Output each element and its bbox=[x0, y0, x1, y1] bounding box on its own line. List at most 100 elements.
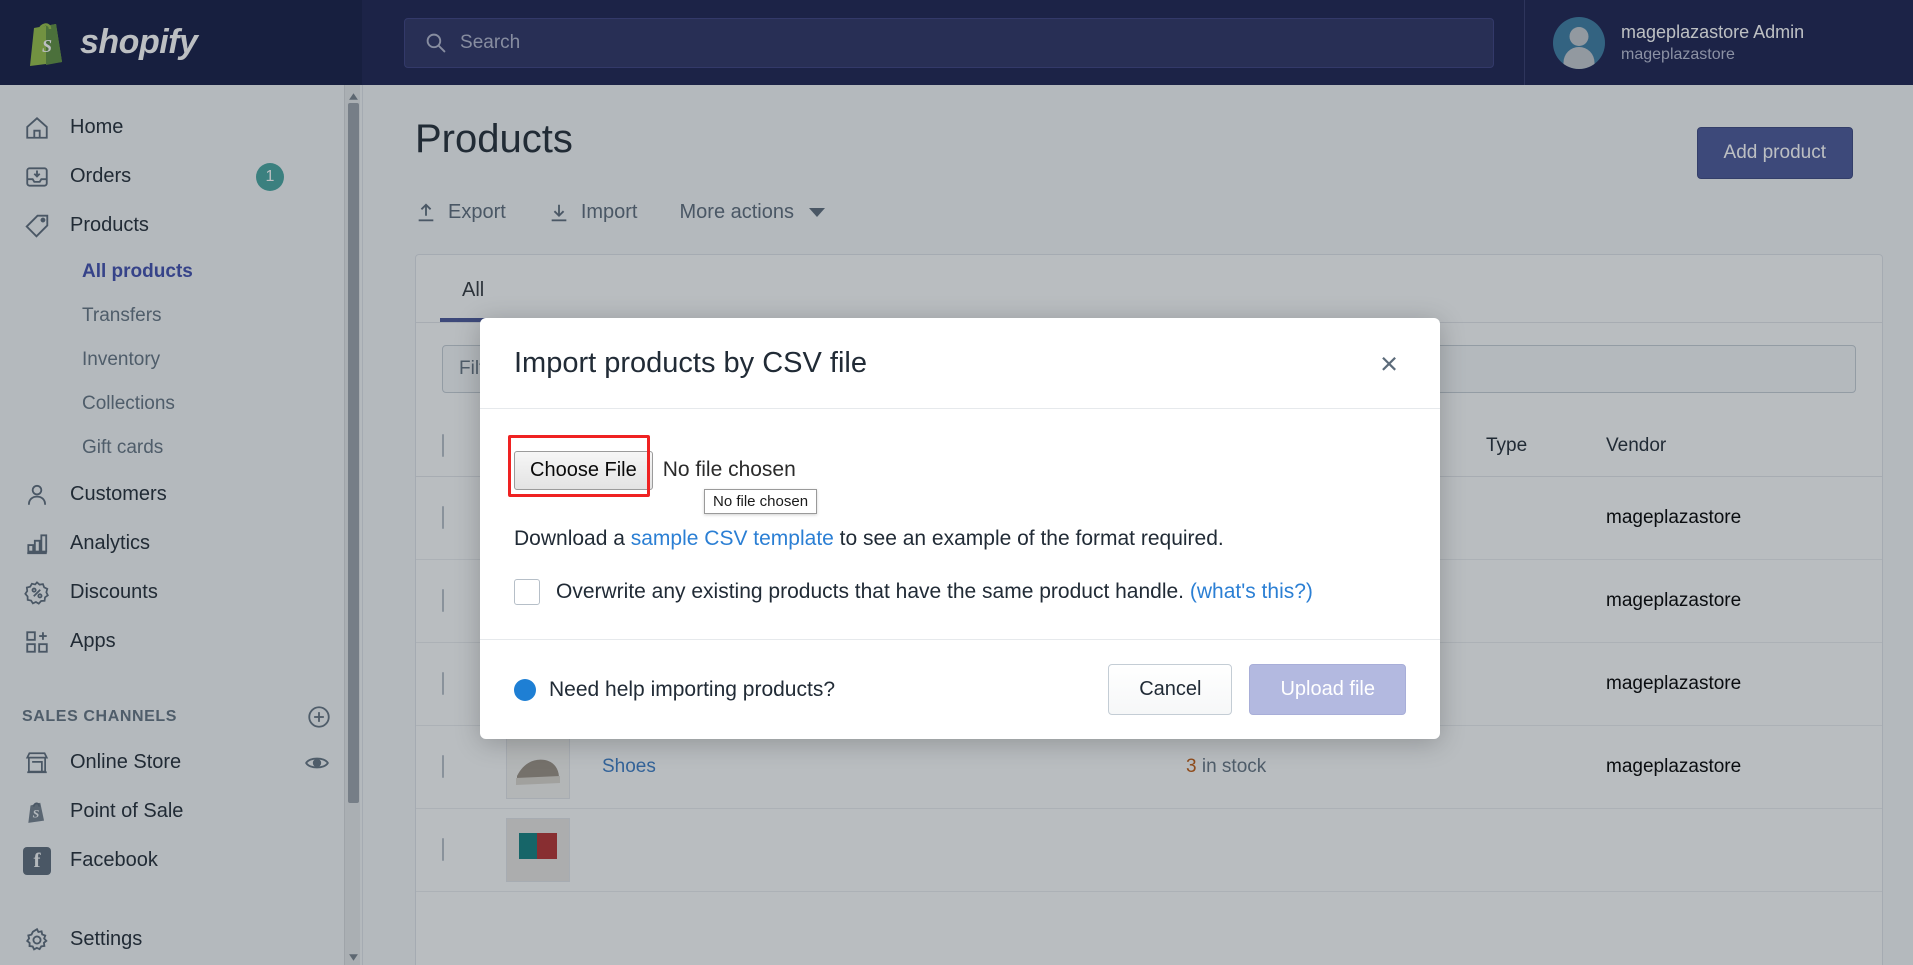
sidebar-divider-gap bbox=[0, 666, 362, 696]
sidebar-subitem-label: Collections bbox=[82, 393, 175, 414]
sidebar-item-collections[interactable]: Collections bbox=[0, 382, 362, 426]
sidebar-item-online-store[interactable]: Online Store bbox=[0, 738, 362, 787]
svg-text:S: S bbox=[33, 806, 40, 820]
sidebar-scrollbar[interactable] bbox=[344, 85, 360, 965]
help-link[interactable]: Need help importing products? bbox=[514, 678, 835, 702]
shopify-wordmark: shopify bbox=[80, 23, 198, 61]
shopify-logo[interactable]: S shopify bbox=[0, 0, 363, 85]
modal-header: Import products by CSV file × bbox=[480, 318, 1440, 409]
cancel-button[interactable]: Cancel bbox=[1108, 664, 1233, 715]
sidebar-item-gift-cards[interactable]: Gift cards bbox=[0, 426, 362, 470]
overwrite-label: Overwrite any existing products that hav… bbox=[556, 580, 1313, 604]
user-name: mageplazastore Admin bbox=[1621, 21, 1805, 42]
sidebar-subitem-label: Inventory bbox=[82, 349, 161, 370]
sidebar-item-label: Point of Sale bbox=[70, 800, 184, 822]
footer-buttons: Cancel Upload file bbox=[1108, 664, 1406, 715]
sidebar-scrollbar-thumb[interactable] bbox=[348, 103, 359, 803]
sidebar-item-point-of-sale[interactable]: S Point of Sale bbox=[0, 787, 362, 836]
orders-icon bbox=[22, 162, 52, 192]
export-button[interactable]: Export bbox=[415, 201, 506, 224]
overwrite-checkbox[interactable] bbox=[514, 579, 540, 605]
upload-file-button[interactable]: Upload file bbox=[1249, 664, 1406, 715]
home-icon bbox=[22, 113, 52, 143]
storefront-icon bbox=[22, 748, 52, 778]
page-header: Products Add product bbox=[363, 85, 1913, 179]
product-tabs: All bbox=[416, 255, 1882, 323]
sidebar-item-label: Orders bbox=[70, 165, 132, 187]
sidebar-item-label: Analytics bbox=[70, 532, 151, 554]
sidebar-item-products[interactable]: Products bbox=[0, 201, 362, 250]
choose-file-button[interactable]: Choose File bbox=[514, 450, 653, 490]
page-title: Products bbox=[415, 117, 573, 161]
sales-channels-title: SALES CHANNELS bbox=[22, 708, 178, 725]
stock-suffix: in stock bbox=[1196, 756, 1267, 777]
sidebar-divider-gap-2 bbox=[0, 885, 362, 915]
gear-icon bbox=[22, 925, 52, 955]
facebook-icon: f bbox=[22, 846, 52, 876]
help-label: Need help importing products? bbox=[549, 677, 836, 701]
avatar bbox=[1553, 16, 1606, 69]
apps-icon bbox=[22, 627, 52, 657]
sidebar-item-analytics[interactable]: Analytics bbox=[0, 519, 362, 568]
sidebar-item-label: Products bbox=[70, 214, 149, 236]
close-icon[interactable]: × bbox=[1372, 346, 1406, 380]
sidebar-item-orders[interactable]: Orders 1 bbox=[0, 152, 362, 201]
more-actions-button[interactable]: More actions bbox=[679, 201, 825, 224]
sidebar-item-apps[interactable]: Apps bbox=[0, 617, 362, 666]
scroll-down-icon[interactable] bbox=[348, 950, 359, 961]
add-product-button[interactable]: Add product bbox=[1696, 127, 1853, 179]
select-all-checkbox[interactable] bbox=[442, 433, 444, 457]
more-actions-label: More actions bbox=[679, 201, 795, 223]
shopify-bag-icon: S bbox=[30, 22, 62, 66]
row-checkbox[interactable] bbox=[442, 755, 444, 778]
whats-this-link[interactable]: (what's this?) bbox=[1190, 580, 1313, 603]
tab-all[interactable]: All bbox=[440, 279, 507, 322]
overwrite-text: Overwrite any existing products that hav… bbox=[556, 580, 1190, 603]
sidebar-item-settings[interactable]: Settings bbox=[0, 915, 362, 964]
product-vendor: mageplazastore bbox=[1606, 673, 1742, 694]
sidebar: Home Orders 1 Products All products Tran… bbox=[0, 85, 363, 965]
page-toolbar: Export Import More actions bbox=[363, 179, 1913, 224]
import-label: Import bbox=[580, 201, 638, 223]
modal-footer: Need help importing products? Cancel Upl… bbox=[480, 639, 1440, 739]
header-type: Type bbox=[1486, 434, 1528, 456]
person-icon bbox=[22, 480, 52, 510]
sidebar-item-customers[interactable]: Customers bbox=[0, 470, 362, 519]
sample-csv-template-link[interactable]: sample CSV template bbox=[631, 527, 834, 550]
no-file-chosen-text: No file chosen bbox=[662, 458, 796, 481]
row-checkbox[interactable] bbox=[442, 589, 444, 612]
sidebar-item-home[interactable]: Home bbox=[0, 103, 362, 152]
sidebar-item-inventory[interactable]: Inventory bbox=[0, 338, 362, 382]
modal-title: Import products by CSV file bbox=[514, 346, 867, 379]
help-dot-icon bbox=[514, 678, 536, 701]
product-thumbnail bbox=[506, 735, 570, 799]
sales-channels-header: SALES CHANNELS bbox=[0, 696, 362, 738]
sidebar-subitem-label: Transfers bbox=[82, 305, 162, 326]
row-checkbox[interactable] bbox=[442, 672, 444, 695]
bar-chart-icon bbox=[22, 529, 52, 559]
table-row[interactable] bbox=[416, 809, 1882, 892]
sidebar-item-transfers[interactable]: Transfers bbox=[0, 294, 362, 338]
top-bar: S shopify Search mageplazastore Admin ma… bbox=[0, 0, 1913, 85]
overwrite-row: Overwrite any existing products that hav… bbox=[514, 579, 1406, 605]
eye-icon[interactable] bbox=[304, 750, 330, 776]
download-suffix: to see an example of the format required… bbox=[833, 527, 1224, 550]
row-checkbox[interactable] bbox=[442, 838, 444, 861]
sidebar-item-all-products[interactable]: All products bbox=[0, 250, 362, 294]
sidebar-item-label: Facebook bbox=[70, 849, 158, 871]
import-button[interactable]: Import bbox=[548, 201, 638, 224]
product-vendor: mageplazastore bbox=[1606, 756, 1742, 777]
add-channel-icon[interactable] bbox=[306, 704, 332, 730]
sidebar-item-discounts[interactable]: Discounts bbox=[0, 568, 362, 617]
import-csv-modal: Import products by CSV file × Choose Fil… bbox=[480, 318, 1440, 739]
svg-text:S: S bbox=[42, 36, 52, 56]
user-menu[interactable]: mageplazastore Admin mageplazastore bbox=[1524, 0, 1913, 85]
search-input[interactable]: Search bbox=[404, 17, 1495, 68]
row-checkbox[interactable] bbox=[442, 506, 444, 529]
scroll-up-icon[interactable] bbox=[348, 89, 359, 100]
modal-body: Choose File No file chosen No file chose… bbox=[480, 409, 1440, 639]
search-placeholder: Search bbox=[460, 31, 521, 53]
sidebar-item-facebook[interactable]: f Facebook bbox=[0, 836, 362, 885]
product-name-link[interactable]: Shoes bbox=[602, 756, 1186, 778]
discount-icon bbox=[22, 578, 52, 608]
